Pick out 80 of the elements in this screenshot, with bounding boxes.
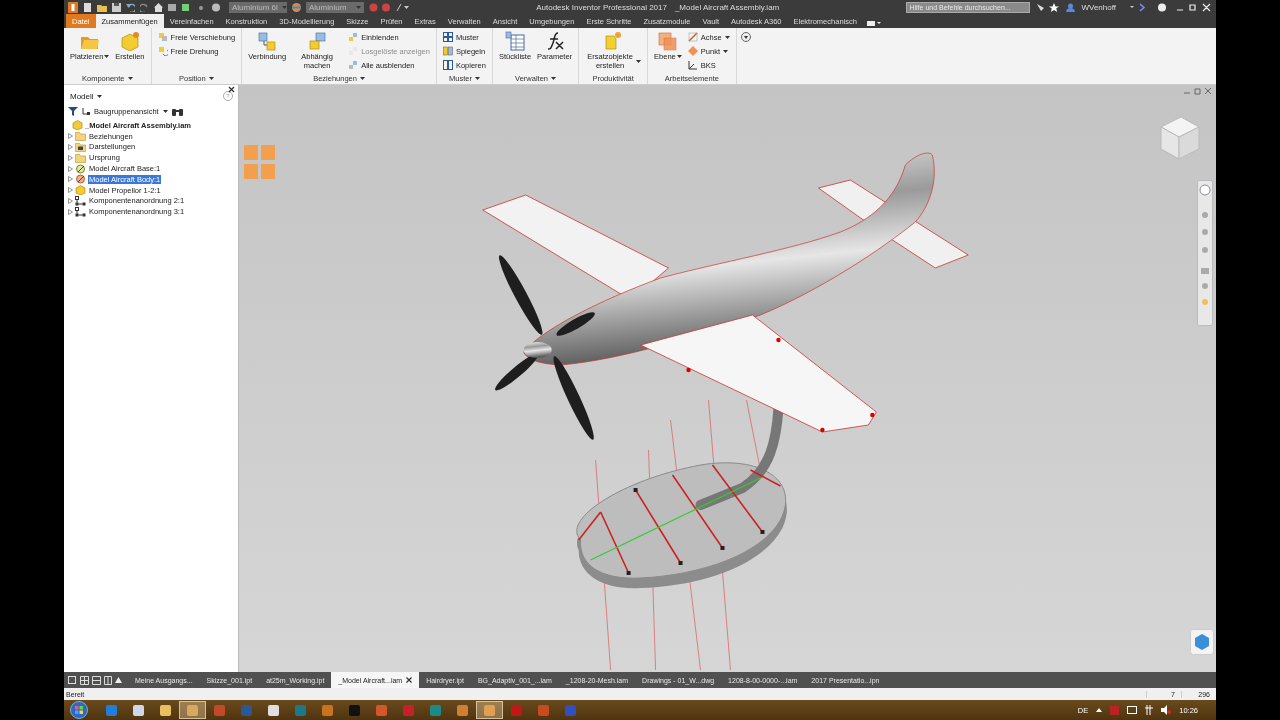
- app-logo-icon: [68, 1, 78, 13]
- expand-arrow-icon[interactable]: [68, 197, 73, 204]
- monitor-icon: [1127, 706, 1138, 714]
- caret-icon: [208, 77, 214, 80]
- hide-icon: [348, 60, 359, 70]
- speaker-icon: [1161, 705, 1172, 715]
- mirror-icon: [442, 46, 453, 56]
- part-icon: [75, 163, 86, 174]
- cube-icon[interactable]: [1190, 629, 1214, 655]
- show-icon: [348, 32, 359, 42]
- axis-icon: [687, 32, 698, 42]
- new-file-icon: [83, 2, 92, 12]
- hierarchy-icon: [82, 106, 90, 116]
- up-arrow-icon: [1096, 708, 1103, 712]
- save-icon: [112, 2, 121, 12]
- part-icon: [75, 174, 86, 185]
- copy-icon: [442, 60, 453, 70]
- network-icon: [1145, 705, 1154, 715]
- window-title: Autodesk Inventor Professional 2017: [536, 2, 667, 12]
- expand-arrow-icon[interactable]: [68, 133, 73, 140]
- joint-icon: [257, 31, 278, 51]
- cube-icon: [75, 185, 86, 196]
- caret-icon: [104, 55, 110, 58]
- close-icon: [406, 677, 413, 683]
- pattern-icon: [75, 195, 86, 206]
- more-icon: [740, 32, 751, 42]
- shape-icon: [603, 31, 624, 51]
- caret-icon: [724, 35, 730, 39]
- point-icon: [687, 46, 698, 56]
- ucs-icon: [687, 60, 698, 70]
- caret-icon: [551, 77, 556, 80]
- folder-icon: [75, 131, 86, 142]
- folder-icon: [75, 152, 86, 163]
- camera-icon: [866, 18, 881, 28]
- move-icon: [157, 32, 168, 42]
- user-name[interactable]: WVenhoff: [1081, 2, 1116, 12]
- window-controls-icon: [1176, 2, 1212, 12]
- navigation-bar-icon: [1197, 180, 1213, 326]
- expand-arrow-icon[interactable]: [68, 208, 73, 215]
- cube-icon: [119, 31, 140, 51]
- caret-icon: [127, 77, 133, 80]
- caret-icon: [96, 94, 102, 98]
- rotate-icon: [157, 46, 168, 56]
- caret-icon: [281, 5, 287, 9]
- caret-icon: [359, 77, 365, 80]
- redo-icon: [140, 2, 149, 12]
- caret-icon: [722, 49, 728, 53]
- expand-arrow-icon[interactable]: [68, 187, 73, 194]
- pattern-icon: [75, 206, 86, 217]
- start-button-icon: [70, 701, 88, 719]
- view-cube-icon: [1157, 115, 1201, 161]
- expand-arrow-icon[interactable]: [68, 154, 73, 161]
- expand-arrow-icon[interactable]: [68, 144, 73, 150]
- pattern-icon: [442, 32, 453, 42]
- up-arrow-icon: [115, 677, 122, 683]
- camera-folder-icon: [75, 142, 86, 152]
- caret-icon: [162, 109, 168, 113]
- appearance-icon: [292, 2, 301, 12]
- table-icon: [505, 31, 525, 51]
- cube-icon: [72, 120, 83, 131]
- constraint-icon: [307, 31, 328, 51]
- binoculars-icon: [171, 106, 183, 116]
- close-icon: [228, 86, 235, 93]
- document-title: _Model Aircraft Assembly.iam: [674, 2, 780, 12]
- filter-icon: [68, 106, 78, 116]
- grid-icon: [244, 145, 275, 179]
- expand-arrow-icon[interactable]: [68, 176, 73, 183]
- home-icon: [154, 2, 163, 12]
- undo-icon: [126, 2, 135, 12]
- plane-icon: [657, 31, 678, 51]
- caret-icon: [636, 59, 642, 63]
- open-folder-icon: [97, 2, 107, 12]
- caret-icon: [474, 77, 480, 80]
- user-icon: [1066, 2, 1076, 12]
- browser-title[interactable]: Modell: [70, 91, 94, 101]
- caret-icon: [356, 5, 361, 9]
- caret-icon: [676, 55, 682, 58]
- window-controls-icon: [1183, 87, 1213, 95]
- expand-arrow-icon[interactable]: [68, 165, 73, 172]
- pdf-icon: [1110, 705, 1120, 715]
